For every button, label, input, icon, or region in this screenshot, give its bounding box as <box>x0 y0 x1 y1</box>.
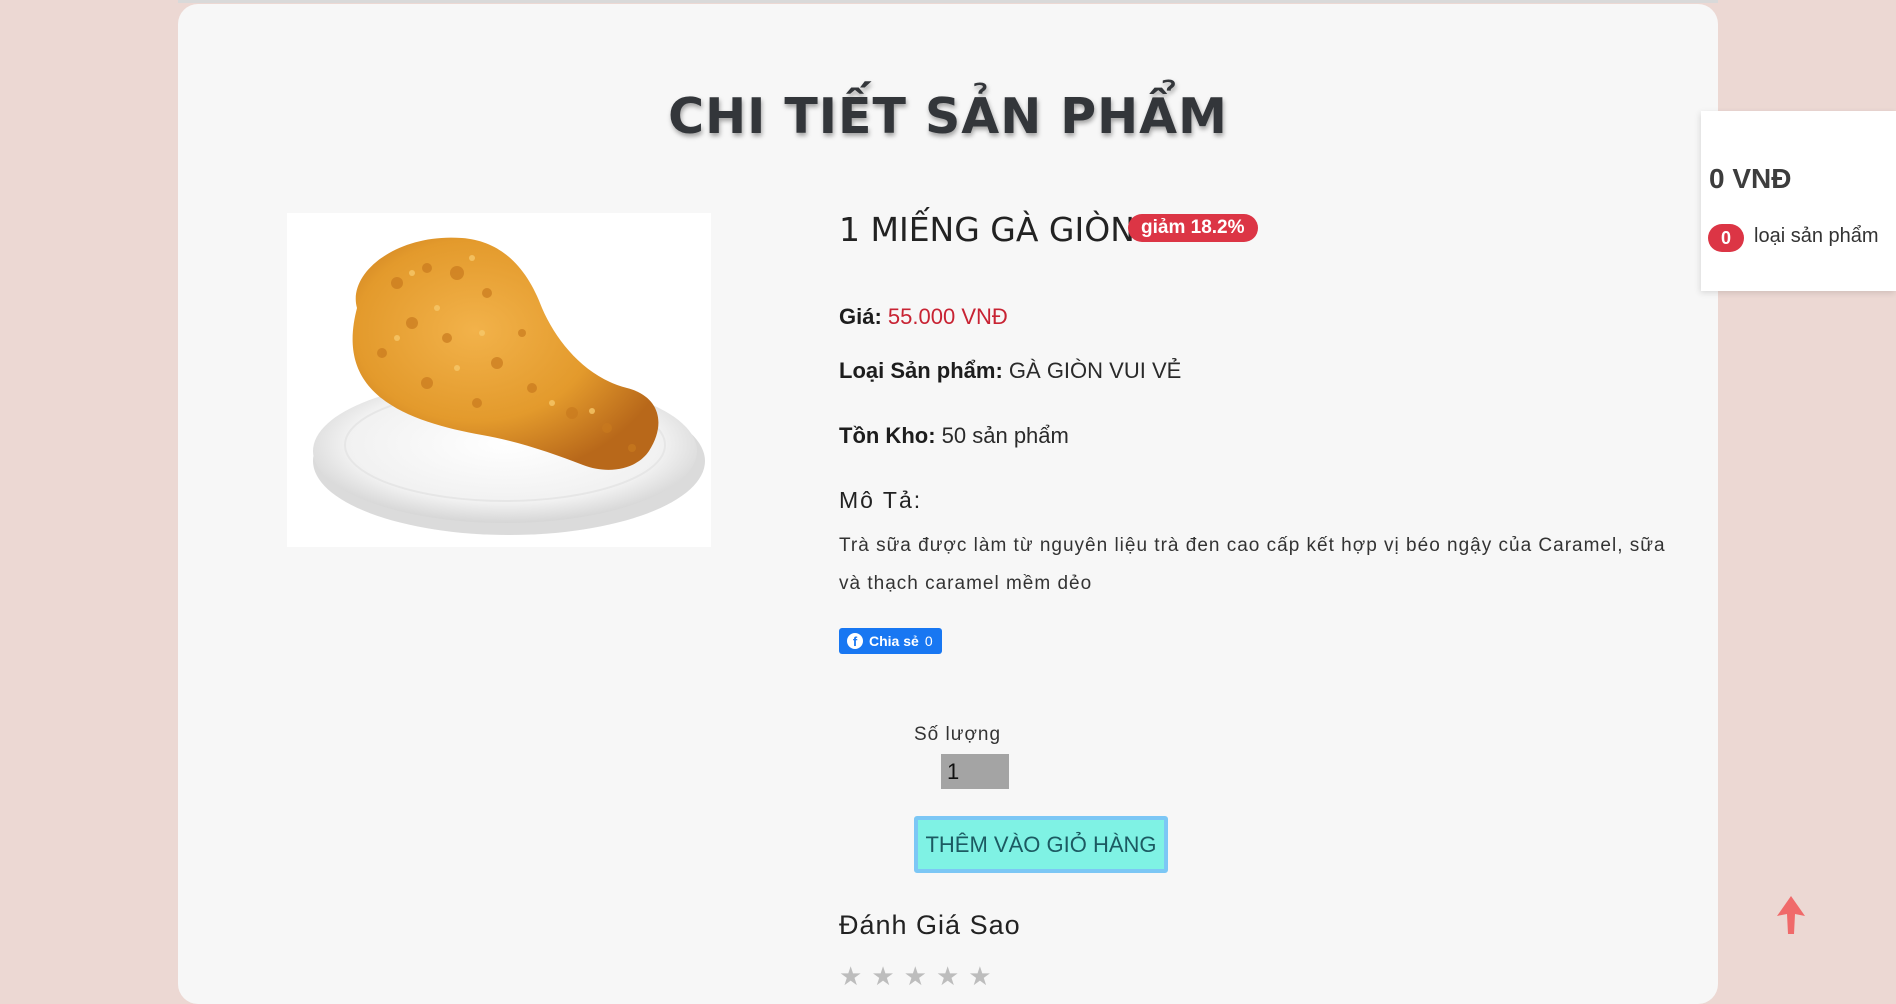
star-icon[interactable]: ★ <box>936 963 959 989</box>
quantity-input[interactable] <box>941 754 1009 789</box>
rating-heading: Đánh Giá Sao <box>839 910 1021 940</box>
arrow-up-icon <box>1777 896 1805 934</box>
page-title: CHI TIẾT SẢN PHẨM <box>668 88 1228 145</box>
cart-count-badge: 0 <box>1708 224 1744 252</box>
star-rating[interactable]: ★ ★ ★ ★ ★ <box>839 963 992 989</box>
product-name: 1 MIẾNG GÀ GIÒN <box>839 210 1135 249</box>
fried-chicken-image <box>313 237 705 535</box>
quantity-label: Số lượng <box>914 724 1002 745</box>
cart-count-label: loại sản phẩm <box>1754 225 1879 247</box>
scroll-to-top-button[interactable] <box>1775 894 1807 936</box>
product-detail-card: CHI TIẾT SẢN PHẨM 1 MIẾNG GÀ GIÒN giảm 1… <box>178 4 1718 1004</box>
facebook-icon: f <box>847 633 863 649</box>
category-value: GÀ GIÒN VUI VẺ <box>1008 358 1182 383</box>
star-icon[interactable]: ★ <box>904 963 927 989</box>
description-text: Trà sữa được làm từ nguyên liệu trà đen … <box>839 535 1666 594</box>
price-value: 55.000 VNĐ <box>887 304 1008 329</box>
discount-badge: giảm 18.2% <box>1128 214 1258 242</box>
price-row: Giá: 55.000 VNĐ <box>839 304 1008 330</box>
stock-row: Tồn Kho: 50 sản phẩm <box>839 423 1069 449</box>
star-icon[interactable]: ★ <box>871 963 894 989</box>
share-label: Chia sẻ <box>869 633 919 649</box>
price-label: Giá: <box>839 304 882 329</box>
facebook-share-button[interactable]: f Chia sẻ 0 <box>839 628 942 654</box>
stock-value: 50 sản phẩm <box>941 423 1069 448</box>
star-icon[interactable]: ★ <box>968 963 991 989</box>
cart-summary-widget[interactable]: 0 VNĐ 0 loại sản phẩm <box>1701 111 1896 291</box>
stock-label: Tồn Kho: <box>839 423 936 448</box>
category-label: Loại Sản phẩm: <box>839 358 1003 383</box>
category-row: Loại Sản phẩm: GÀ GIÒN VUI VẺ <box>839 358 1181 384</box>
top-border-line <box>178 0 1718 3</box>
product-image <box>287 213 711 547</box>
share-count: 0 <box>924 633 933 649</box>
add-to-cart-button[interactable]: THÊM VÀO GIỎ HÀNG <box>914 816 1168 873</box>
cart-total: 0 VNĐ <box>1709 163 1792 194</box>
star-icon[interactable]: ★ <box>839 963 862 989</box>
description-heading: Mô Tả: <box>839 487 923 513</box>
